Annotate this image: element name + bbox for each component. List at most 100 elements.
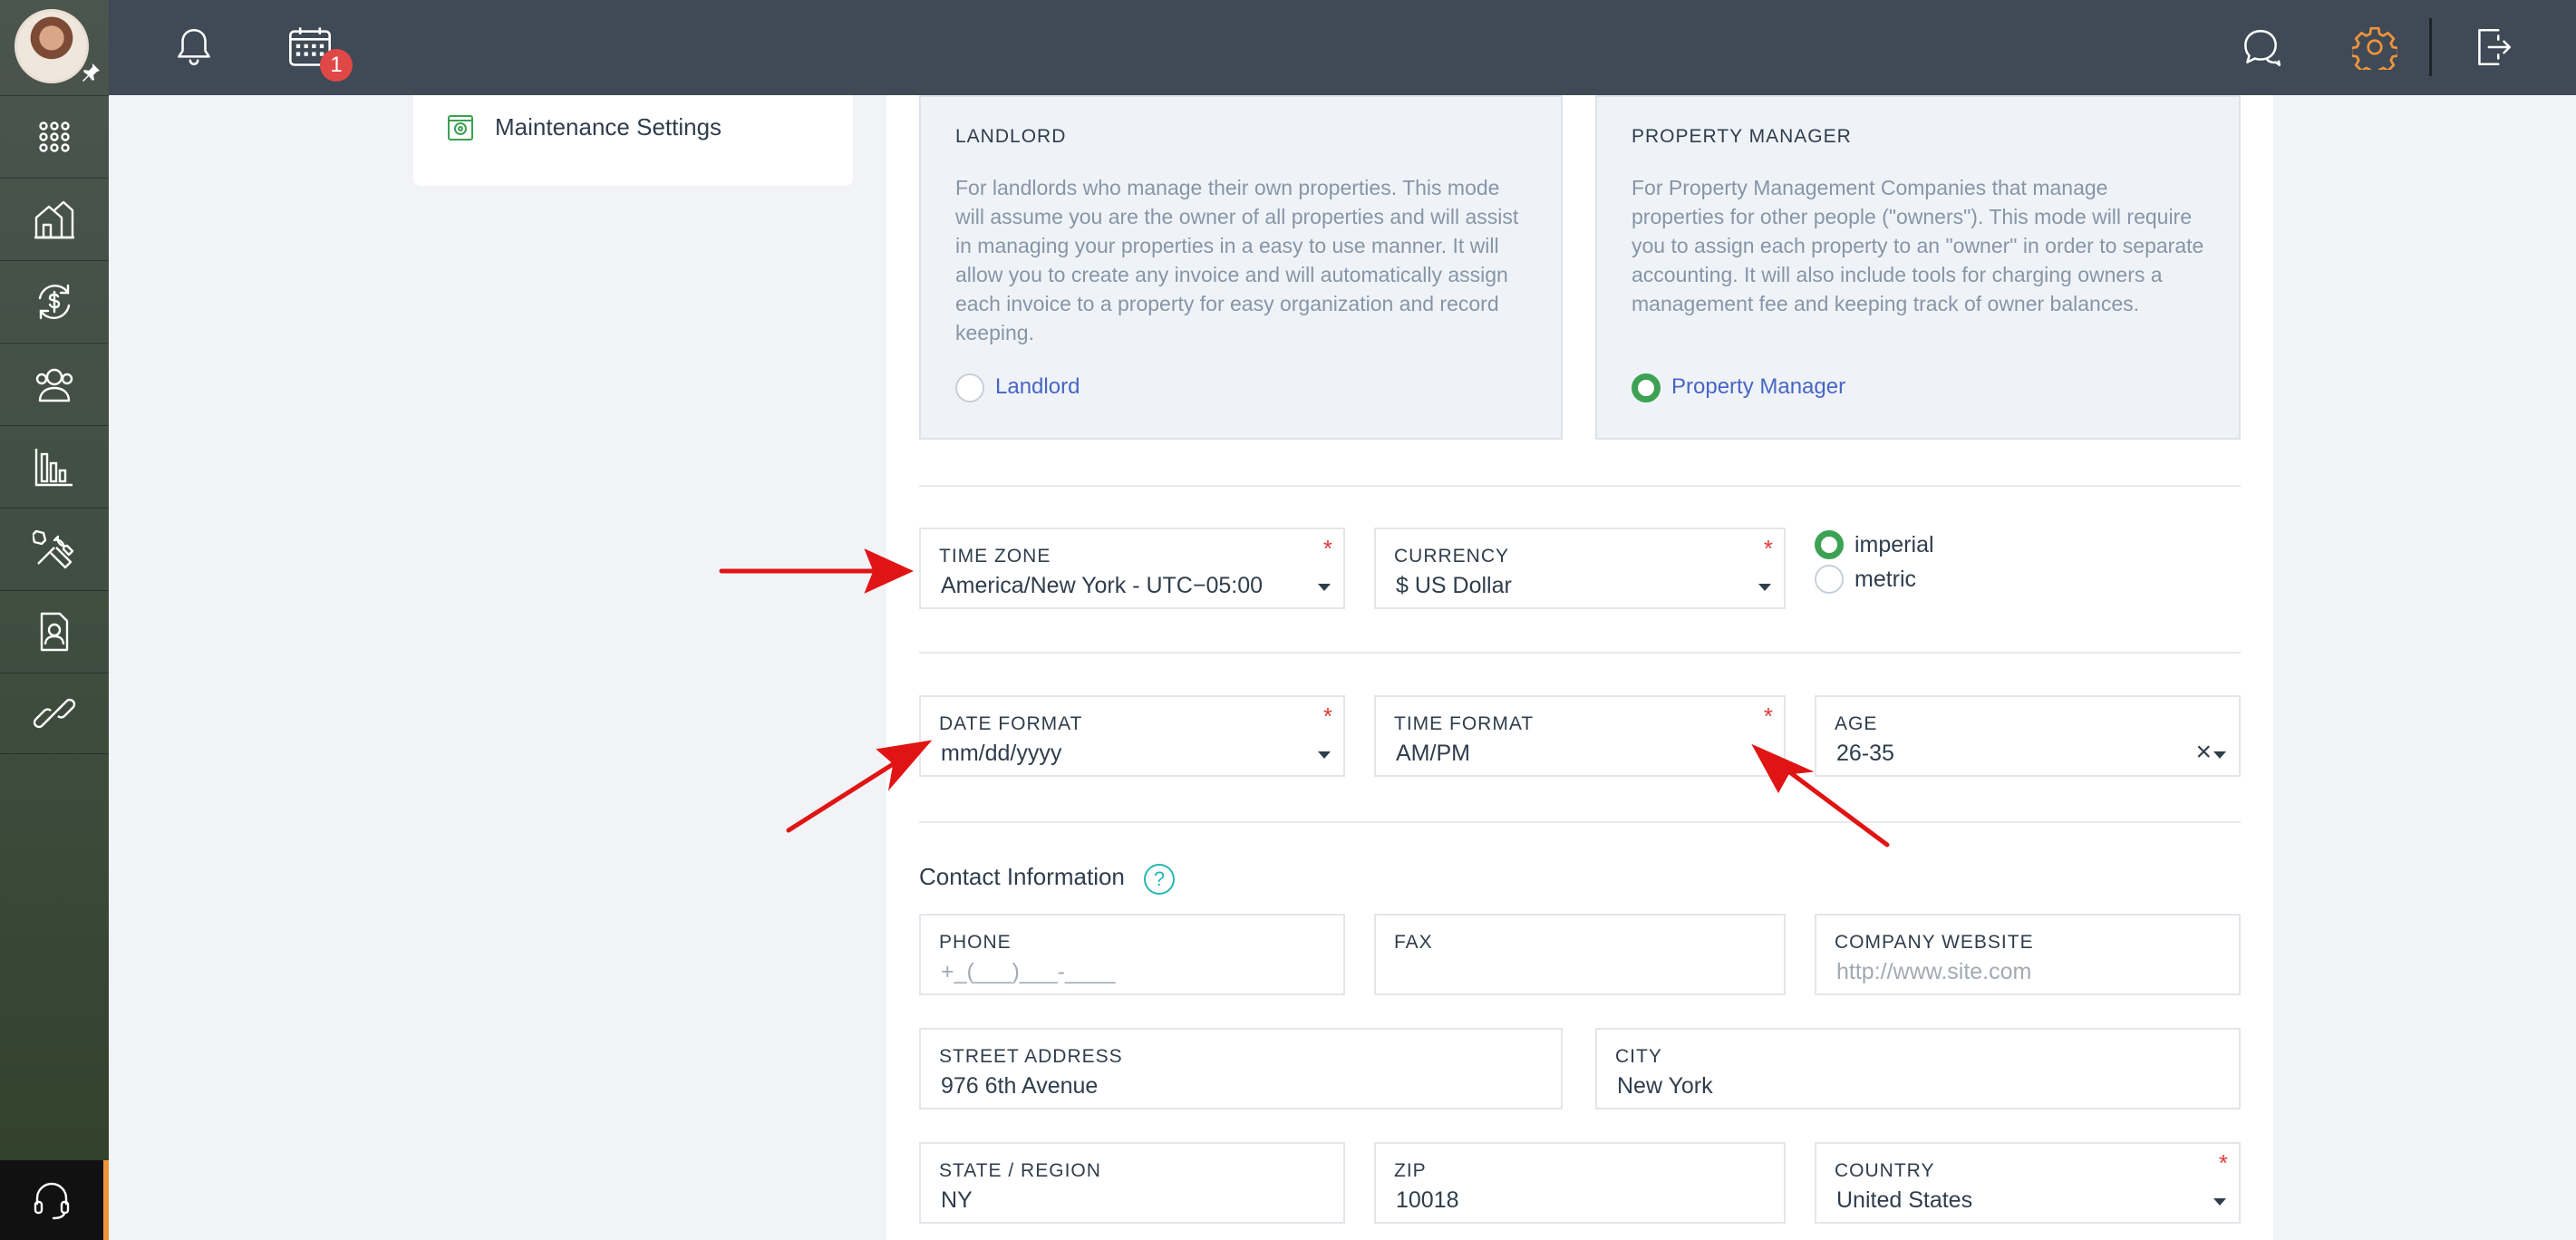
date-format-select[interactable]: DATE FORMAT * mm/dd/yyyy (919, 695, 1345, 777)
settings-nav-card: Maintenance Settings (413, 95, 853, 186)
landlord-option-label[interactable]: Landlord (995, 374, 1080, 400)
street-address-field[interactable]: STREET ADDRESS 976 6th Avenue (919, 1028, 1563, 1109)
clear-icon[interactable]: × (2195, 737, 2212, 768)
maintenance-settings-link[interactable]: Maintenance Settings (495, 113, 721, 141)
required-marker: * (1322, 535, 1332, 562)
time-format-value: AM/PM (1396, 741, 1470, 766)
time-zone-label: TIME ZONE (939, 546, 1051, 567)
state-region-field[interactable]: STATE / REGION NY (919, 1142, 1345, 1224)
state-region-label: STATE / REGION (939, 1160, 1101, 1181)
age-value: 26-35 (1836, 741, 1894, 766)
city-field[interactable]: CITY New York (1595, 1028, 2241, 1109)
caret-down-icon[interactable] (1318, 584, 1331, 591)
property-manager-option-label[interactable]: Property Manager (1671, 374, 1845, 400)
caret-down-icon[interactable] (2213, 1198, 2226, 1206)
reports-icon (34, 448, 73, 486)
zip-label: ZIP (1394, 1160, 1427, 1181)
integrations-link-icon (33, 698, 76, 729)
sidebar-item-people[interactable] (0, 343, 109, 424)
contact-section-title: Contact Information (919, 863, 1125, 890)
sidebar-item-maintenance[interactable] (0, 508, 109, 589)
required-marker: * (1763, 535, 1773, 562)
headset-icon (34, 1182, 70, 1220)
sidebar-item-integrations[interactable] (0, 673, 109, 754)
currency-value: $ US Dollar (1396, 573, 1512, 598)
maintenance-tools-icon (33, 529, 74, 568)
apps-grid-icon (39, 121, 70, 152)
required-marker: * (1763, 702, 1773, 730)
company-website-label: COMPANY WEBSITE (1835, 932, 2034, 953)
people-icon (35, 368, 73, 402)
zip-value: 10018 (1396, 1187, 1459, 1213)
gear-icon[interactable] (2349, 22, 2400, 73)
age-label: AGE (1835, 713, 1878, 734)
age-select[interactable]: AGE 26-35 × (1815, 695, 2241, 777)
fax-field[interactable]: FAX (1374, 914, 1786, 995)
caret-down-icon[interactable] (1318, 751, 1331, 759)
chat-icon[interactable] (2235, 22, 2286, 73)
phone-field[interactable]: PHONE +_(___)___-____ (919, 914, 1345, 995)
sidebar-item-properties[interactable] (0, 178, 109, 259)
country-value: United States (1836, 1187, 1973, 1213)
currency-label: CURRENCY (1394, 546, 1510, 567)
sidebar-item-transactions[interactable] (0, 260, 109, 342)
transactions-icon (38, 284, 71, 319)
date-format-value: mm/dd/yyyy (941, 741, 1062, 766)
sidebar (0, 0, 109, 1240)
property-manager-radio[interactable] (1632, 373, 1661, 402)
phone-label: PHONE (939, 932, 1012, 953)
state-region-value: NY (941, 1187, 973, 1213)
property-manager-title: PROPERTY MANAGER (1632, 126, 1852, 147)
pin-icon[interactable] (80, 62, 102, 83)
landlord-title: LANDLORD (955, 126, 1067, 147)
time-format-label: TIME FORMAT (1394, 713, 1535, 734)
time-format-select[interactable]: TIME FORMAT * AM/PM (1374, 695, 1786, 777)
required-marker: * (1322, 702, 1332, 730)
street-address-label: STREET ADDRESS (939, 1046, 1123, 1067)
date-format-label: DATE FORMAT (939, 713, 1083, 734)
metric-radio[interactable] (1815, 565, 1844, 594)
currency-select[interactable]: CURRENCY * $ US Dollar (1374, 528, 1786, 609)
tenant-portal-icon (40, 612, 69, 651)
help-icon[interactable]: ? (1144, 864, 1175, 895)
landlord-radio[interactable] (955, 373, 984, 402)
landlord-mode-card[interactable]: LANDLORD For landlords who manage their … (919, 95, 1563, 440)
top-bar (0, 0, 2576, 95)
street-address-value: 976 6th Avenue (941, 1073, 1099, 1099)
city-label: CITY (1615, 1046, 1662, 1067)
topbar-divider (2429, 18, 2432, 76)
calendar-badge: 1 (320, 49, 353, 82)
logout-icon[interactable] (2467, 22, 2518, 73)
property-manager-description: For Property Management Companies that m… (1632, 176, 2204, 315)
company-website-field[interactable]: COMPANY WEBSITE http://www.site.com (1815, 914, 2241, 995)
sidebar-item-dashboard[interactable] (0, 95, 109, 177)
divider (919, 485, 2241, 487)
user-avatar[interactable] (15, 9, 89, 83)
imperial-radio[interactable] (1815, 530, 1844, 559)
caret-down-icon[interactable] (2213, 751, 2226, 759)
city-value: New York (1617, 1073, 1713, 1099)
support-button[interactable] (0, 1160, 109, 1240)
company-website-placeholder: http://www.site.com (1836, 959, 2032, 984)
bell-icon[interactable] (169, 22, 219, 73)
sidebar-item-reports[interactable] (0, 425, 109, 507)
country-select[interactable]: COUNTRY * United States (1815, 1142, 2241, 1224)
required-marker: * (2218, 1149, 2228, 1177)
time-zone-value: America/New York - UTC−05:00 (941, 573, 1264, 598)
property-manager-mode-card[interactable]: PROPERTY MANAGER For Property Management… (1595, 95, 2241, 440)
caret-down-icon[interactable] (1758, 584, 1771, 591)
properties-icon (34, 200, 74, 238)
metric-label[interactable]: metric (1855, 567, 1916, 593)
fax-label: FAX (1394, 932, 1433, 953)
zip-field[interactable]: ZIP 10018 (1374, 1142, 1786, 1224)
sidebar-item-tenant-portal[interactable] (0, 590, 109, 672)
imperial-label[interactable]: imperial (1855, 532, 1934, 558)
maintenance-settings-icon (448, 115, 473, 140)
divider (919, 652, 2241, 654)
phone-value: +_(___)___-____ (941, 959, 1116, 984)
country-label: COUNTRY (1835, 1160, 1935, 1181)
time-zone-select[interactable]: TIME ZONE * America/New York - UTC−05:00 (919, 528, 1345, 609)
landlord-description: For landlords who manage their own prope… (955, 176, 1519, 344)
divider (919, 821, 2241, 823)
annotation-arrow-date-format (786, 759, 900, 833)
